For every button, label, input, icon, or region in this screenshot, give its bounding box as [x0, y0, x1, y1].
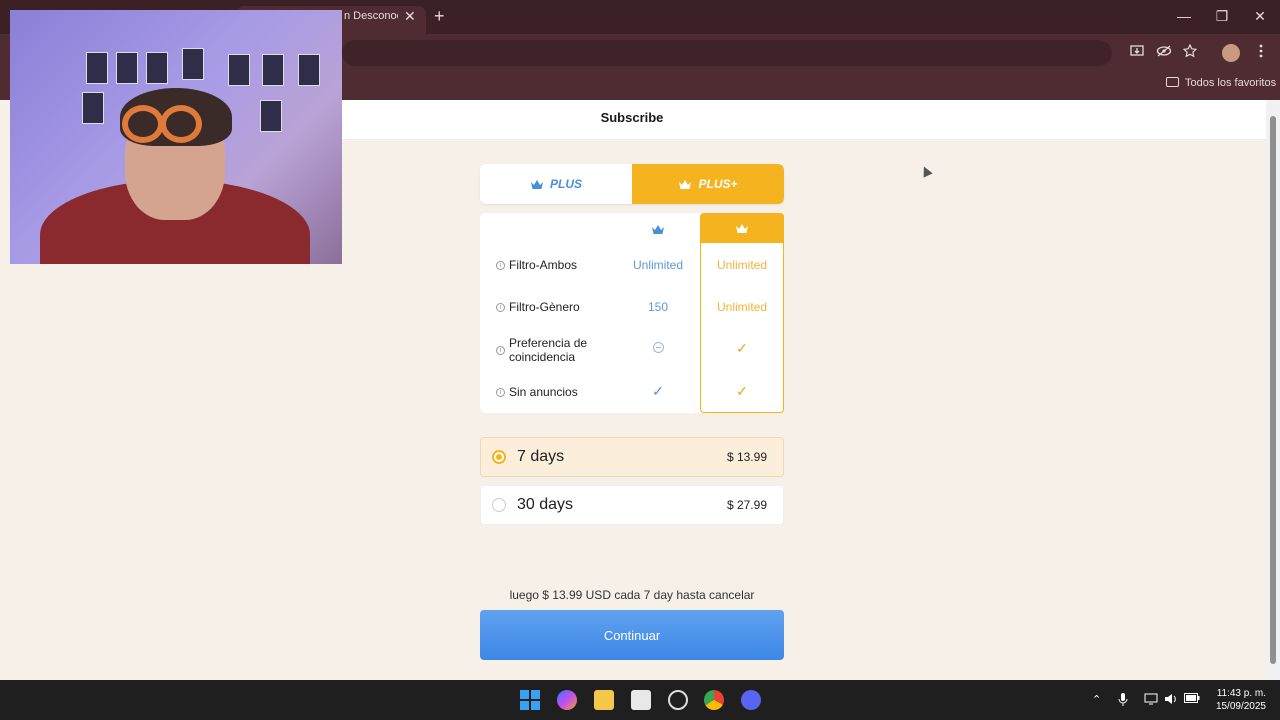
wall-poster [182, 48, 204, 80]
crown-icon [679, 179, 692, 189]
continue-button[interactable]: Continuar [480, 610, 784, 660]
info-icon[interactable]: i [496, 260, 505, 270]
feature-row-label: i Preferencia de coincidencia [496, 336, 600, 364]
feature-plus-value [620, 342, 696, 356]
wall-poster [298, 54, 320, 86]
not-included-icon [652, 342, 664, 353]
feature-plus-plus-value: ✓ [700, 340, 784, 357]
wall-poster [262, 54, 284, 86]
maximize-button[interactable]: ❐ [1212, 8, 1232, 25]
wall-poster [86, 52, 108, 84]
profile-avatar[interactable] [1222, 44, 1240, 62]
feature-plus-value: 150 [647, 300, 669, 314]
new-tab-button[interactable]: + [434, 6, 445, 27]
battery-icon[interactable] [1184, 693, 1200, 706]
menu-kebab-icon[interactable] [1252, 44, 1270, 62]
tab-plus-label: PLUS [549, 177, 582, 191]
install-app-icon[interactable] [1128, 44, 1146, 62]
wall-poster [146, 52, 168, 84]
plan-name: 7 days [517, 448, 565, 465]
crown-icon [530, 179, 543, 189]
check-icon: ✓ [652, 383, 664, 399]
plus-plus-column-header [700, 213, 784, 243]
volume-icon[interactable] [1164, 693, 1178, 708]
folder-icon [1166, 77, 1179, 87]
copilot-icon[interactable] [557, 690, 577, 710]
tab-plus-plus-label: PLUS+ [698, 177, 738, 191]
feature-row-label: i Filtro-Gènero [496, 300, 580, 314]
system-clock[interactable]: 11:43 p. m. 15/09/2025 [1206, 687, 1266, 713]
plus-column-header [632, 218, 684, 240]
microphone-icon[interactable] [1118, 693, 1128, 710]
wall-poster [228, 54, 250, 86]
page-title: Subscribe [600, 110, 664, 125]
chevron-up-icon[interactable]: ⌃ [1092, 693, 1101, 706]
wall-poster [82, 92, 104, 124]
info-icon[interactable]: i [496, 302, 505, 312]
app-icon[interactable] [668, 690, 688, 710]
check-icon: ✓ [736, 340, 748, 356]
tab-plus-plus[interactable]: PLUS+ [632, 164, 784, 204]
close-window-button[interactable]: ✕ [1250, 8, 1270, 25]
feature-plus-value: ✓ [620, 383, 696, 400]
plan-price: $ 13.99 [726, 450, 767, 464]
all-favorites-folder[interactable]: Todos los favoritos [1166, 77, 1276, 89]
renewal-note: luego $ 13.99 USD cada 7 day hasta cance… [509, 588, 755, 602]
chrome-icon[interactable] [704, 690, 724, 710]
tab-plus[interactable]: PLUS [480, 164, 632, 204]
feature-plus-value: Unlimited [632, 258, 683, 272]
plan-option-30-days[interactable]: 30 days $ 27.99 [480, 485, 784, 525]
webcam-overlay [10, 10, 342, 264]
feature-row-label: i Sin anuncios [496, 385, 578, 399]
network-icon[interactable] [1144, 693, 1158, 708]
wall-poster [116, 52, 138, 84]
plan-name: 30 days [517, 496, 574, 513]
wall-poster [260, 100, 282, 132]
radio-unselected[interactable] [492, 498, 506, 512]
feature-plus-plus-value: Unlimited [716, 300, 767, 314]
info-icon[interactable]: i [496, 387, 505, 397]
feature-plus-plus-value: ✓ [700, 383, 784, 400]
windows-start-icon[interactable] [520, 690, 540, 710]
heart-glasses-left [122, 105, 164, 143]
tab-close-icon[interactable]: ✕ [404, 8, 416, 25]
address-bar[interactable] [342, 40, 1112, 66]
scrollbar-thumb[interactable] [1270, 116, 1276, 664]
info-icon[interactable]: i [496, 345, 505, 355]
tab-title[interactable]: n Desconoci [344, 10, 398, 22]
plan-option-7-days[interactable]: 7 days $ 13.99 [480, 437, 784, 477]
file-explorer-icon[interactable] [594, 690, 614, 710]
eye-off-icon[interactable] [1155, 44, 1173, 62]
clock-time: 11:43 p. m. [1216, 688, 1266, 699]
crown-icon [736, 223, 748, 233]
check-icon: ✓ [736, 383, 748, 399]
feature-plus-plus-value: Unlimited [716, 258, 767, 272]
store-icon[interactable] [631, 690, 651, 710]
favorites-label: Todos los favoritos [1185, 77, 1277, 89]
clock-date: 15/09/2025 [1215, 701, 1266, 712]
minimize-button[interactable]: — [1174, 8, 1194, 24]
bookmark-star-icon[interactable] [1181, 43, 1199, 62]
discord-icon[interactable] [741, 690, 761, 710]
feature-row-label: i Filtro-Ambos [496, 258, 577, 272]
crown-icon [652, 224, 664, 234]
radio-selected[interactable] [492, 450, 506, 464]
heart-glasses-right [160, 105, 202, 143]
plan-price: $ 27.99 [726, 498, 767, 512]
page-header: Subscribe [342, 100, 1266, 140]
